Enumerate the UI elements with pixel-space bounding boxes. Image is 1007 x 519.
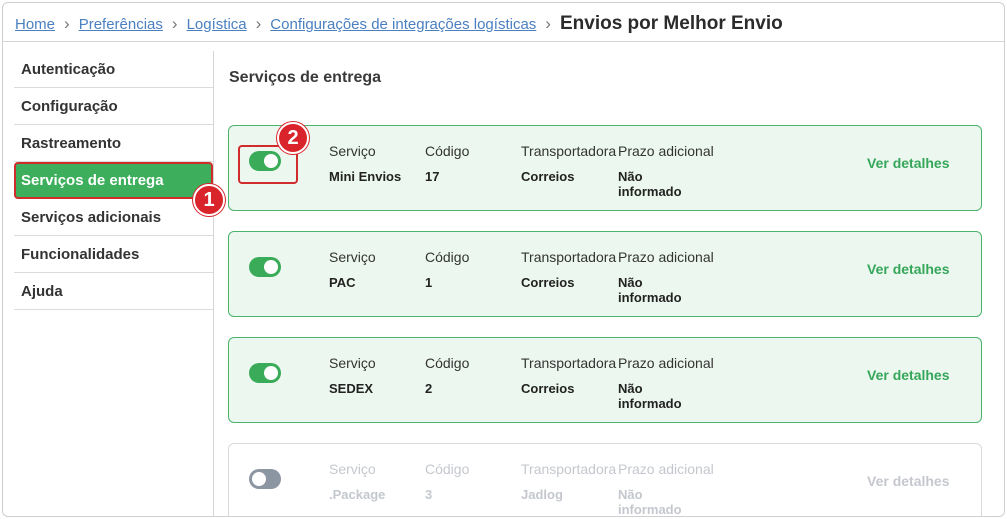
service-card-mini-envios: Serviço Mini Envios Código 17 Transporta… <box>228 125 982 211</box>
carrier-label: Transportadora <box>521 355 617 371</box>
toggle-knob <box>264 366 278 380</box>
extra-time-label: Prazo adicional <box>618 355 714 371</box>
step-badge-1: 1 <box>193 184 225 216</box>
extra-time-column: Prazo adicional Não informado <box>618 355 714 411</box>
chevron-right-icon: › <box>255 14 262 33</box>
code-label: Código <box>425 143 470 159</box>
carrier-label: Transportadora <box>521 143 617 159</box>
service-value: Mini Envios <box>329 169 402 184</box>
code-value: 1 <box>425 275 433 290</box>
code-label: Código <box>425 461 470 477</box>
code-value: 2 <box>425 381 433 396</box>
sidebar-item-delivery-services[interactable]: Serviços de entrega <box>14 162 213 199</box>
carrier-value: Correios <box>521 169 575 184</box>
view-details-link[interactable]: Ver detalhes <box>867 261 950 277</box>
extra-time-value: Não informado <box>618 275 714 305</box>
carrier-value: Correios <box>521 381 575 396</box>
service-column: Serviço .Package <box>329 461 385 502</box>
service-value: .Package <box>329 487 386 502</box>
service-toggle[interactable] <box>249 363 281 383</box>
code-value: 17 <box>425 169 440 184</box>
service-label: Serviço <box>329 143 376 159</box>
service-label: Serviço <box>329 249 376 265</box>
extra-time-column: Prazo adicional Não informado <box>618 143 714 199</box>
chevron-right-icon: › <box>171 14 178 33</box>
sidebar: Autenticação Configuração Rastreamento S… <box>14 51 213 310</box>
toggle-knob <box>264 260 278 274</box>
extra-time-column: Prazo adicional Não informado <box>618 461 714 517</box>
code-column: Código 17 <box>425 143 469 184</box>
service-toggle[interactable] <box>249 257 281 277</box>
extra-time-column: Prazo adicional Não informado <box>618 249 714 305</box>
carrier-column: Transportadora Correios <box>521 143 616 184</box>
breadcrumb-home-link[interactable]: Home <box>15 16 55 33</box>
extra-time-line-1: Não <box>618 381 643 396</box>
service-column: Serviço SEDEX <box>329 355 376 396</box>
sidebar-item-tracking[interactable]: Rastreamento <box>14 125 213 162</box>
extra-time-line-1: Não <box>618 275 643 290</box>
code-value: 3 <box>425 487 433 502</box>
service-value: PAC <box>329 275 356 290</box>
extra-time-line-2: informado <box>618 396 682 411</box>
carrier-column: Transportadora Correios <box>521 355 616 396</box>
code-label: Código <box>425 355 470 371</box>
carrier-column: Transportadora Jadlog <box>521 461 616 502</box>
carrier-label: Transportadora <box>521 461 617 477</box>
service-column: Serviço Mini Envios <box>329 143 401 184</box>
view-details-link[interactable]: Ver detalhes <box>867 155 950 171</box>
service-label: Serviço <box>329 355 376 371</box>
service-card-pac: Serviço PAC Código 1 Transportadora Corr… <box>228 231 982 317</box>
service-label: Serviço <box>329 461 376 477</box>
extra-time-label: Prazo adicional <box>618 461 714 477</box>
extra-time-line-1: Não <box>618 487 643 502</box>
chevron-right-icon: › <box>64 14 70 33</box>
service-card-package: Serviço .Package Código 3 Transportadora… <box>228 443 982 517</box>
sidebar-item-configuration[interactable]: Configuração <box>14 88 213 125</box>
toggle-knob <box>252 472 266 486</box>
extra-time-value: Não informado <box>618 487 714 517</box>
content-divider <box>213 51 214 516</box>
sidebar-item-authentication[interactable]: Autenticação <box>14 51 213 88</box>
page-title: Envios por Melhor Envio <box>559 13 783 34</box>
section-title: Serviços de entrega <box>229 69 382 86</box>
view-details-link[interactable]: Ver detalhes <box>867 473 950 489</box>
code-column: Código 3 <box>425 461 469 502</box>
breadcrumb: Home › Preferências › Logística › Config… <box>15 11 783 37</box>
extra-time-line-2: informado <box>618 184 682 199</box>
carrier-value: Jadlog <box>521 487 563 502</box>
breadcrumb-preferences-link[interactable]: Preferências <box>79 16 163 33</box>
app-window: Home › Preferências › Logística › Config… <box>2 2 1005 517</box>
sidebar-item-features[interactable]: Funcionalidades <box>14 236 213 273</box>
code-column: Código 2 <box>425 355 469 396</box>
extra-time-label: Prazo adicional <box>618 143 714 159</box>
carrier-column: Transportadora Correios <box>521 249 616 290</box>
step-badge-2: 2 <box>277 122 309 154</box>
sidebar-item-additional-services[interactable]: Serviços adicionais <box>14 199 213 236</box>
code-column: Código 1 <box>425 249 469 290</box>
service-card-sedex: Serviço SEDEX Código 2 Transportadora Co… <box>228 337 982 423</box>
breadcrumb-integrations-link[interactable]: Configurações de integrações logísticas <box>270 16 536 33</box>
code-label: Código <box>425 249 470 265</box>
view-details-link[interactable]: Ver detalhes <box>867 367 950 383</box>
extra-time-label: Prazo adicional <box>618 249 714 265</box>
carrier-value: Correios <box>521 275 575 290</box>
service-value: SEDEX <box>329 381 374 396</box>
service-toggle[interactable] <box>249 469 281 489</box>
carrier-label: Transportadora <box>521 249 617 265</box>
header-divider <box>3 41 1004 42</box>
breadcrumb-logistics-link[interactable]: Logística <box>187 16 247 33</box>
extra-time-value: Não informado <box>618 381 714 411</box>
service-column: Serviço PAC <box>329 249 376 290</box>
sidebar-item-help[interactable]: Ajuda <box>14 273 213 310</box>
extra-time-value: Não informado <box>618 169 714 199</box>
extra-time-line-1: Não <box>618 169 643 184</box>
extra-time-line-2: informado <box>618 502 682 517</box>
chevron-right-icon: › <box>545 14 551 33</box>
extra-time-line-2: informado <box>618 290 682 305</box>
